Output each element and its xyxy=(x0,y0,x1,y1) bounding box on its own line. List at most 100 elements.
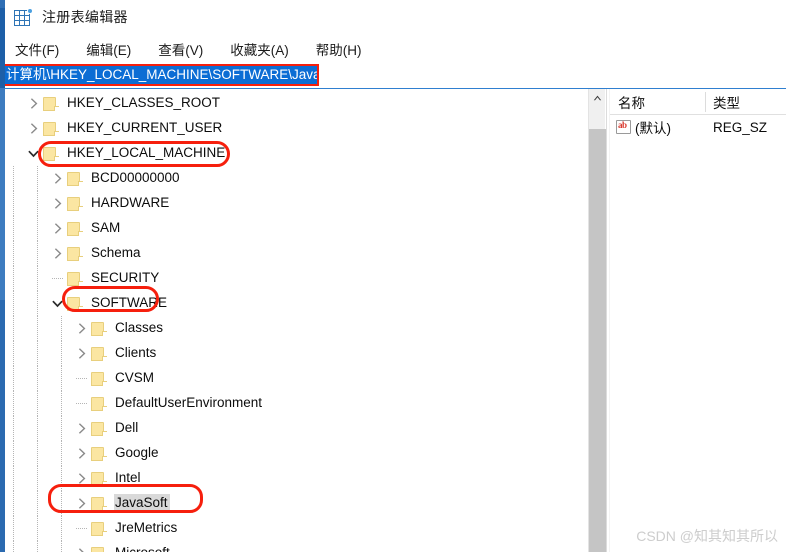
tree-node-javasoft[interactable]: JavaSoft xyxy=(5,491,588,516)
tree-guide-line xyxy=(37,216,38,241)
tree-node-label: HKEY_LOCAL_MACHINE xyxy=(67,145,226,160)
tree-node-bcd00000000[interactable]: BCD00000000 xyxy=(5,166,588,191)
window-title: 注册表编辑器 xyxy=(42,9,128,25)
tree-node-label: HARDWARE xyxy=(91,195,170,210)
column-header-name[interactable]: 名称 xyxy=(610,89,705,115)
tree-node-schema[interactable]: Schema xyxy=(5,241,588,266)
column-header-type[interactable]: 类型 xyxy=(705,89,786,115)
tree-guide-line xyxy=(13,341,14,366)
tree-node-software[interactable]: SOFTWARE xyxy=(5,291,588,316)
tree-node-classes[interactable]: Classes xyxy=(5,316,588,341)
desktop-edge-strip xyxy=(0,0,5,552)
tree-node-label: HKEY_CLASSES_ROOT xyxy=(67,95,221,110)
tree-node-intel[interactable]: Intel xyxy=(5,466,588,491)
folder-icon xyxy=(43,121,59,136)
registry-tree[interactable]: HKEY_CLASSES_ROOT HKEY_CURRENT_USER HKEY_L… xyxy=(5,89,588,552)
chevron-down-icon[interactable] xyxy=(26,141,43,166)
folder-icon xyxy=(91,496,107,511)
folder-icon xyxy=(67,246,83,261)
menu-help[interactable]: 帮助(H) xyxy=(314,37,371,61)
chevron-right-icon[interactable] xyxy=(50,191,67,216)
tree-guide-line xyxy=(13,266,14,291)
tree-node-cvsm[interactable]: CVSM xyxy=(5,366,588,391)
tree-guide-line xyxy=(61,541,62,552)
tree-node-jremetrics[interactable]: JreMetrics xyxy=(5,516,588,541)
pane-splitter[interactable] xyxy=(606,89,610,552)
menu-favorites[interactable]: 收藏夹(A) xyxy=(228,37,298,61)
tree-node-security[interactable]: SECURITY xyxy=(5,266,588,291)
folder-icon xyxy=(43,96,59,111)
chevron-up-icon xyxy=(593,95,602,100)
tree-guide-line xyxy=(61,391,62,416)
tree-guide-line xyxy=(13,441,14,466)
chevron-down-icon[interactable] xyxy=(50,291,67,316)
scrollbar-thumb[interactable] xyxy=(589,129,606,552)
tree-node-defaultuserenvironment[interactable]: DefaultUserEnvironment xyxy=(5,391,588,416)
menu-view[interactable]: 查看(V) xyxy=(156,37,212,61)
tree-node-label: Clients xyxy=(115,345,157,360)
tree-guide-line xyxy=(37,416,38,441)
chevron-right-icon[interactable] xyxy=(26,91,43,116)
tree-guide-line xyxy=(13,291,14,316)
tree-guide-stub xyxy=(52,278,63,279)
chevron-right-icon[interactable] xyxy=(50,241,67,266)
chevron-right-icon[interactable] xyxy=(74,441,91,466)
tree-node-google[interactable]: Google xyxy=(5,441,588,466)
chevron-right-icon[interactable] xyxy=(74,466,91,491)
tree-guide-line xyxy=(13,241,14,266)
tree-node-hardware[interactable]: HARDWARE xyxy=(5,191,588,216)
tree-guide-line xyxy=(61,516,62,541)
folder-icon xyxy=(91,396,107,411)
tree-leaf-stub xyxy=(74,391,91,416)
tree-guide-stub xyxy=(76,403,87,404)
registry-editor-window: 注册表编辑器 文件(F) 编辑(E) 查看(V) 收藏夹(A) 帮助(H) 计算… xyxy=(0,0,786,552)
tree-node-label: CVSM xyxy=(115,370,155,385)
address-bar-value[interactable]: 计算机\HKEY_LOCAL_MACHINE\SOFTWARE\JavaSoft xyxy=(5,66,317,84)
tree-guide-line xyxy=(37,541,38,552)
table-row[interactable]: ab (默认) REG_SZ xyxy=(610,115,786,139)
menu-edit[interactable]: 编辑(E) xyxy=(84,37,140,61)
values-list-header: 名称 类型 xyxy=(610,89,786,115)
folder-icon xyxy=(91,421,107,436)
registry-editor-icon xyxy=(14,7,33,27)
tree-guide-line xyxy=(13,216,14,241)
tree-guide-line xyxy=(13,316,14,341)
tree-node-microsoft[interactable]: Microsoft xyxy=(5,541,588,552)
tree-guide-line xyxy=(37,316,38,341)
tree-guide-line xyxy=(61,316,62,341)
scroll-up-button[interactable] xyxy=(589,89,606,106)
tree-node-label: Dell xyxy=(115,420,139,435)
tree-leaf-stub xyxy=(50,266,67,291)
tree-node-clients[interactable]: Clients xyxy=(5,341,588,366)
tree-node-hkey-current-user[interactable]: HKEY_CURRENT_USER xyxy=(5,116,588,141)
menu-bar: 文件(F) 编辑(E) 查看(V) 收藏夹(A) 帮助(H) xyxy=(5,36,786,62)
tree-guide-line xyxy=(61,366,62,391)
value-type-cell: REG_SZ xyxy=(713,119,768,135)
folder-icon xyxy=(91,446,107,461)
tree-node-sam[interactable]: SAM xyxy=(5,216,588,241)
tree-guide-line xyxy=(37,291,38,316)
chevron-right-icon[interactable] xyxy=(50,216,67,241)
chevron-right-icon[interactable] xyxy=(50,166,67,191)
folder-icon xyxy=(67,271,83,286)
chevron-right-icon[interactable] xyxy=(74,341,91,366)
tree-guide-line xyxy=(61,341,62,366)
tree-node-dell[interactable]: Dell xyxy=(5,416,588,441)
tree-node-hkey-local-machine[interactable]: HKEY_LOCAL_MACHINE xyxy=(5,141,588,166)
title-bar: 注册表编辑器 xyxy=(5,0,786,34)
folder-icon xyxy=(91,346,107,361)
address-bar[interactable]: 计算机\HKEY_LOCAL_MACHINE\SOFTWARE\JavaSoft xyxy=(4,66,317,84)
tree-vertical-scrollbar[interactable] xyxy=(588,89,606,552)
folder-icon xyxy=(67,296,83,311)
values-list[interactable]: 名称 类型 ab (默认) REG_SZ xyxy=(610,89,786,552)
menu-file[interactable]: 文件(F) xyxy=(13,37,68,61)
chevron-right-icon[interactable] xyxy=(26,116,43,141)
chevron-right-icon[interactable] xyxy=(74,416,91,441)
chevron-right-icon[interactable] xyxy=(74,491,91,516)
tree-guide-stub xyxy=(76,528,87,529)
tree-node-label: SAM xyxy=(91,220,121,235)
tree-node-hkey-classes-root[interactable]: HKEY_CLASSES_ROOT xyxy=(5,91,588,116)
chevron-right-icon[interactable] xyxy=(74,541,91,552)
chevron-right-icon[interactable] xyxy=(74,316,91,341)
tree-guide-line xyxy=(37,516,38,541)
